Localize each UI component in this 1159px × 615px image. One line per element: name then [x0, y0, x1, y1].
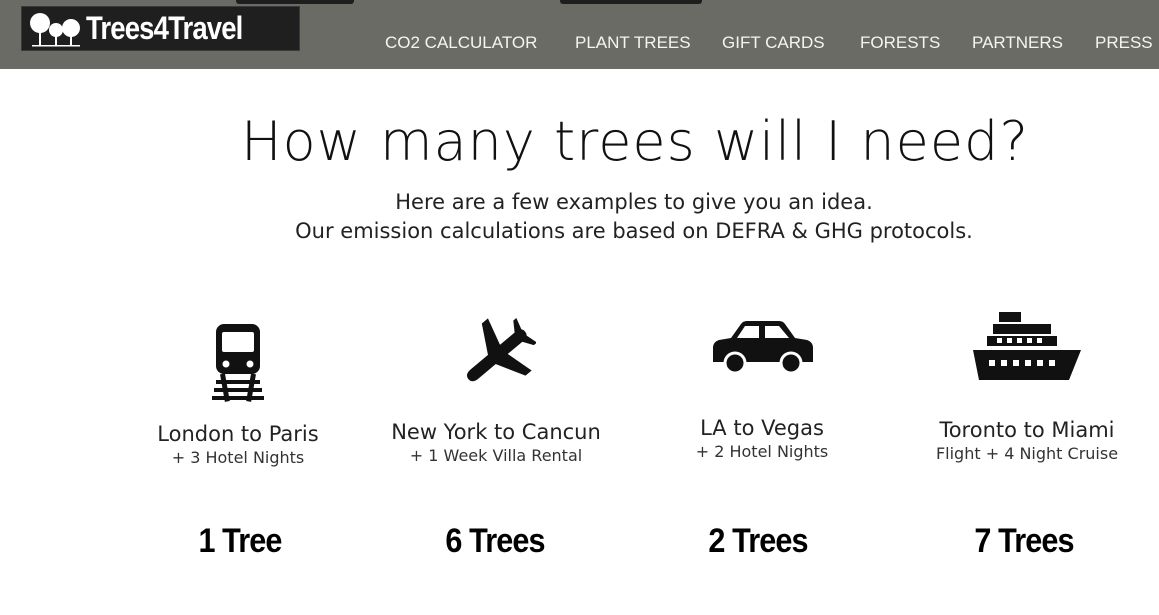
- nav-partners[interactable]: PARTNERS: [972, 33, 1063, 53]
- example-extra: + 3 Hotel Nights: [171, 448, 305, 467]
- nav-gift-cards[interactable]: GIFT CARDS: [722, 33, 825, 53]
- example-card-car: LA to Vegas + 2 Hotel Nights: [632, 318, 892, 461]
- trees-logo-icon: [30, 12, 80, 46]
- car-icon: [713, 321, 813, 374]
- example-extra: + 1 Week Villa Rental: [409, 446, 583, 465]
- subtitle-line-2: Our emission calculations are based on D…: [295, 219, 973, 243]
- page-title: How many trees will I need?: [241, 110, 1029, 173]
- train-icon: [212, 324, 264, 402]
- subtitle-line-1: Here are a few examples to give you an i…: [395, 190, 873, 214]
- example-route: New York to Cancun: [391, 420, 601, 444]
- example-card-cruise-ship: Toronto to Miami Flight + 4 Night Cruise: [897, 310, 1157, 463]
- nav-plant-trees[interactable]: PLANT TREES: [575, 33, 691, 53]
- example-card-airplane: New York to Cancun + 1 Week Villa Rental: [366, 318, 626, 465]
- nav-co2-calculator[interactable]: CO2 CALCULATOR: [385, 33, 537, 53]
- site-header: Trees4Travel CO2 CALCULATOR PLANT TREES …: [0, 0, 1159, 69]
- example-extra: + 2 Hotel Nights: [695, 442, 829, 461]
- airplane-icon: [466, 318, 536, 382]
- tree-count: 7 Trees: [974, 522, 1074, 560]
- example-route: London to Paris: [157, 422, 319, 446]
- header-background-fragment: [560, 0, 702, 4]
- tree-count: 6 Trees: [445, 522, 545, 560]
- nav-press[interactable]: PRESS: [1095, 33, 1153, 53]
- example-extra: Flight + 4 Night Cruise: [935, 444, 1119, 463]
- cruise-ship-icon: [973, 312, 1081, 380]
- nav-forests[interactable]: FORESTS: [860, 33, 940, 53]
- example-route: Toronto to Miami: [939, 418, 1115, 442]
- header-background-fragment: [236, 0, 354, 4]
- tree-count: 2 Trees: [708, 522, 808, 560]
- example-route: LA to Vegas: [700, 416, 824, 440]
- site-logo[interactable]: Trees4Travel: [21, 6, 300, 51]
- tree-count: 1 Tree: [198, 522, 282, 560]
- example-card-train: London to Paris + 3 Hotel Nights: [108, 322, 368, 467]
- logo-text: Trees4Travel: [86, 10, 243, 46]
